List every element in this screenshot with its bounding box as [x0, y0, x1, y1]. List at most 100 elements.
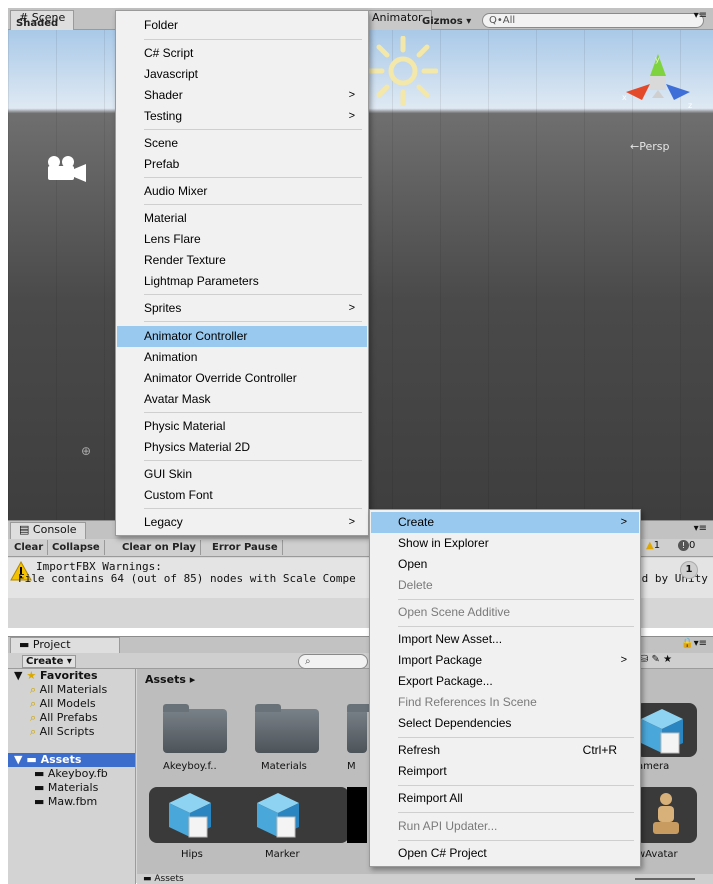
menu-item-testing[interactable]: Testing > — [117, 106, 367, 127]
menu-item-delete[interactable]: Delete — [371, 575, 639, 596]
warning-count: 1 — [653, 540, 661, 551]
expand-arrow-icon: ▼ — [14, 669, 23, 682]
collapse-button[interactable]: Collapse — [48, 540, 105, 555]
menu-item-import-new-asset[interactable]: Import New Asset... — [371, 629, 639, 650]
asset-marker[interactable] — [255, 791, 301, 839]
menu-item-label: Lens Flare — [144, 232, 201, 246]
menu-item-lens-flare[interactable]: Lens Flare — [117, 229, 367, 250]
menu-item-open[interactable]: Open — [371, 554, 639, 575]
orientation-gizmo-icon[interactable]: y x z — [620, 50, 696, 120]
search-icon: ⌕ — [30, 725, 37, 738]
shading-mode-dropdown[interactable]: Shaded — [16, 18, 58, 29]
panel-menu-icon[interactable]: ▾≡ — [694, 523, 707, 534]
expand-arrow-icon: ▼ — [14, 753, 23, 766]
clear-on-play-button[interactable]: Clear on Play — [118, 540, 201, 555]
menu-item-label: Audio Mixer — [144, 184, 208, 198]
prefab-cube-icon — [257, 793, 299, 838]
favorites-header[interactable]: ▼ ★ Favorites — [8, 669, 135, 683]
folder-icon: ▬ — [34, 767, 45, 780]
menu-item-audio-mixer[interactable]: Audio Mixer — [117, 181, 367, 202]
menu-item-refresh[interactable]: Refresh Ctrl+R — [371, 740, 639, 761]
asset-hips[interactable] — [167, 791, 213, 839]
asset-camera-bg[interactable] — [635, 703, 697, 757]
menu-item-render-texture[interactable]: Render Texture — [117, 250, 367, 271]
error-pause-button[interactable]: Error Pause — [208, 540, 283, 555]
asset-avatar-bg[interactable] — [635, 787, 697, 843]
menu-item-animator-override-controller[interactable]: Animator Override Controller — [117, 368, 367, 389]
panel-menu-icon[interactable]: 🔒▾≡ — [681, 638, 707, 649]
camera-icon[interactable] — [44, 154, 88, 184]
menu-item-gui-skin[interactable]: GUI Skin — [117, 464, 367, 485]
menu-item-create[interactable]: Create > — [371, 512, 639, 533]
breadcrumb[interactable]: Assets ▸ — [145, 673, 195, 686]
tree-item-maw-fbm[interactable]: ▬ Maw.fbm — [8, 795, 135, 809]
menu-item-physic-material[interactable]: Physic Material — [117, 416, 367, 437]
tree-item-akeyboy[interactable]: ▬ Akeyboy.fb — [8, 767, 135, 781]
tree-item-label: All Scripts — [39, 725, 95, 738]
tree-item-all-materials[interactable]: ⌕ All Materials — [8, 683, 135, 697]
menu-separator — [398, 626, 634, 627]
tree-item-label: All Materials — [39, 683, 108, 696]
menu-item-lightmap-parameters[interactable]: Lightmap Parameters — [117, 271, 367, 292]
scene-search-input[interactable]: Q•All — [482, 13, 704, 28]
menu-item-javascript[interactable]: Javascript — [117, 64, 367, 85]
menu-item-label: Delete — [398, 578, 433, 592]
tab-console[interactable]: ▤ Console — [10, 522, 86, 539]
breadcrumb-label: Assets — [145, 673, 186, 686]
warning-count-toggle[interactable]: ▲1 — [646, 540, 660, 551]
persp-label[interactable]: ←Persp — [630, 140, 669, 153]
folder-icon: ▬ — [34, 781, 45, 794]
menu-item-prefab[interactable]: Prefab — [117, 154, 367, 175]
clear-button[interactable]: Clear — [10, 540, 49, 555]
project-search-input[interactable]: ⌕ — [298, 654, 368, 669]
tree-item-all-scripts[interactable]: ⌕ All Scripts — [8, 725, 135, 739]
panel-menu-icon[interactable]: ▾≡ — [694, 10, 707, 21]
menu-item-scene[interactable]: Scene — [117, 133, 367, 154]
menu-item-select-dependencies[interactable]: Select Dependencies — [371, 713, 639, 734]
asset-folder-partial[interactable] — [347, 704, 373, 753]
menu-item-label: Javascript — [144, 67, 199, 81]
menu-item-open-csharp-project[interactable]: Open C# Project — [371, 843, 639, 864]
menu-item-label: Sprites — [144, 301, 182, 315]
menu-item-shader[interactable]: Shader > — [117, 85, 367, 106]
error-count-toggle[interactable]: ! 0 — [678, 540, 695, 551]
zoom-slider[interactable] — [635, 878, 695, 880]
asset-partial[interactable] — [347, 787, 367, 843]
create-dropdown[interactable]: Create ▾ — [22, 655, 76, 668]
chevron-right-icon: > — [620, 654, 627, 666]
gizmos-dropdown[interactable]: Gizmos ▾ — [422, 16, 471, 27]
menu-separator — [144, 460, 362, 461]
tab-project[interactable]: ▬ Project — [10, 637, 120, 653]
menu-item-folder[interactable]: Folder — [117, 15, 367, 36]
tree-item-all-models[interactable]: ⌕ All Models — [8, 697, 135, 711]
asset-folder-materials[interactable] — [255, 704, 319, 753]
menu-item-material[interactable]: Material — [117, 208, 367, 229]
menu-item-reimport[interactable]: Reimport — [371, 761, 639, 782]
tree-item-materials[interactable]: ▬ Materials — [8, 781, 135, 795]
menu-item-label: Find References In Scene — [398, 695, 537, 709]
assets-tree-header[interactable]: ▼ ▬ Assets — [8, 753, 135, 767]
asset-folder-akeyboy[interactable] — [163, 704, 227, 753]
filter-icons[interactable]: ⛁ ✎ ★ — [640, 654, 672, 665]
menu-item-csharp-script[interactable]: C# Script — [117, 43, 367, 64]
menu-item-export-package[interactable]: Export Package... — [371, 671, 639, 692]
menu-separator — [398, 599, 634, 600]
menu-item-legacy[interactable]: Legacy > — [117, 512, 367, 533]
tree-item-all-prefabs[interactable]: ⌕ All Prefabs — [8, 711, 135, 725]
menu-item-animation[interactable]: Animation — [117, 347, 367, 368]
menu-item-label: Render Texture — [144, 253, 226, 267]
menu-item-custom-font[interactable]: Custom Font — [117, 485, 367, 506]
menu-item-import-package[interactable]: Import Package > — [371, 650, 639, 671]
menu-item-open-scene-additive[interactable]: Open Scene Additive — [371, 602, 639, 623]
menu-item-show-in-explorer[interactable]: Show in Explorer — [371, 533, 639, 554]
menu-item-reimport-all[interactable]: Reimport All — [371, 788, 639, 809]
menu-item-sprites[interactable]: Sprites > — [117, 298, 367, 319]
menu-separator — [398, 812, 634, 813]
directional-light-icon[interactable] — [368, 36, 438, 106]
menu-item-find-references[interactable]: Find References In Scene — [371, 692, 639, 713]
menu-item-physics-material-2d[interactable]: Physics Material 2D — [117, 437, 367, 458]
menu-item-run-api-updater[interactable]: Run API Updater... — [371, 816, 639, 837]
menu-item-avatar-mask[interactable]: Avatar Mask — [117, 389, 367, 410]
menu-item-label: Export Package... — [398, 674, 493, 688]
menu-item-animator-controller[interactable]: Animator Controller — [117, 326, 367, 347]
